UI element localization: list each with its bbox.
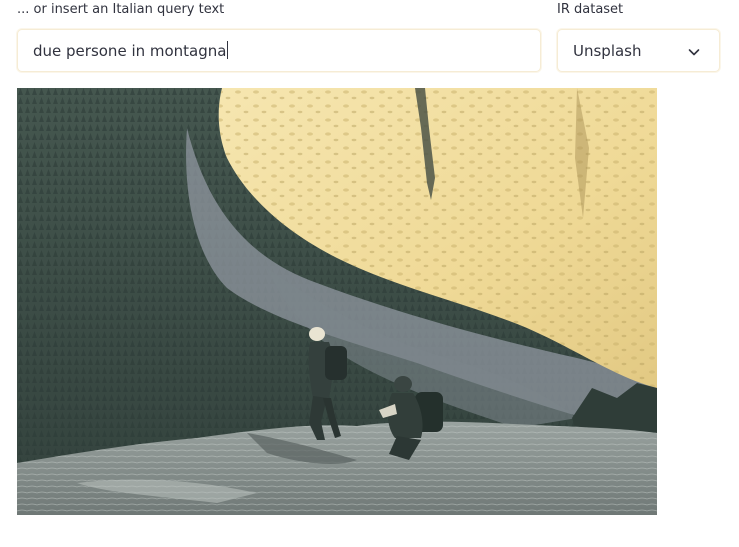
dataset-select[interactable]: Unsplash — [557, 29, 720, 72]
dataset-label: IR dataset — [557, 2, 624, 17]
query-input[interactable]: due persone in montagna — [17, 29, 541, 72]
photo-two-hikers-on-mountain-ledge — [17, 88, 657, 515]
query-label: ... or insert an Italian query text — [17, 2, 225, 17]
query-input-text: due persone in montagna — [33, 41, 229, 61]
query-value: due persone in montagna — [33, 42, 227, 60]
text-caret — [227, 41, 229, 59]
dataset-selected-value: Unsplash — [573, 42, 642, 60]
result-image — [17, 88, 657, 515]
chevron-down-icon — [688, 49, 700, 56]
search-app: ... or insert an Italian query text IR d… — [0, 0, 739, 547]
